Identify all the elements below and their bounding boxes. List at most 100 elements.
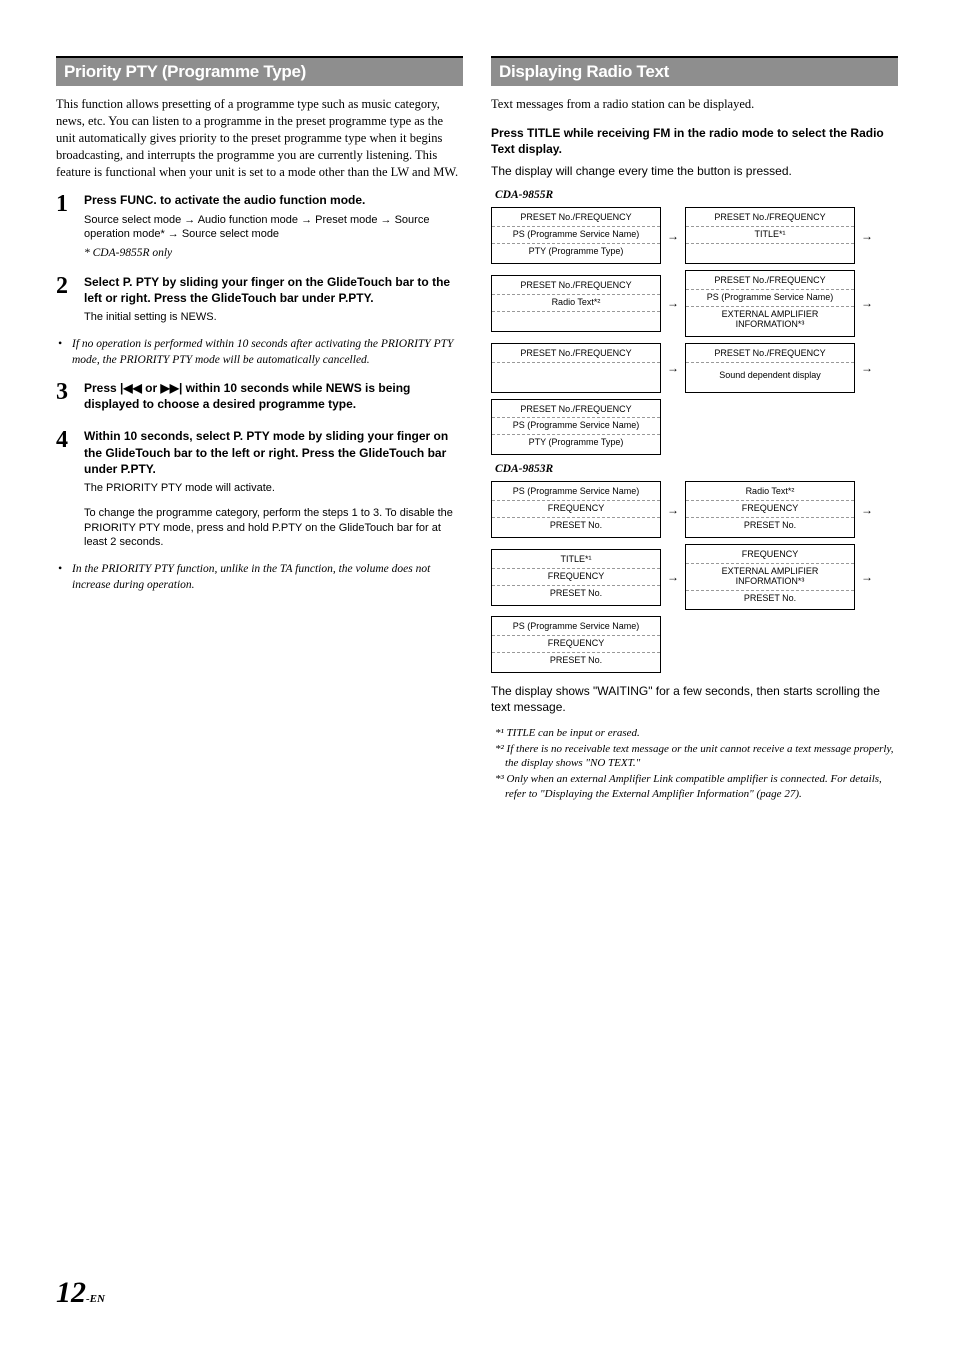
post-text: The display shows "WAITING" for a few se…: [491, 683, 898, 715]
bullet1: If no operation is performed within 10 s…: [72, 337, 463, 368]
diagram-row: PS (Programme Service Name) FREQUENCY PR…: [491, 616, 898, 673]
box-line: Sound dependent display: [686, 363, 854, 389]
box-line: PS (Programme Service Name): [686, 290, 854, 307]
arrow-icon: →: [861, 503, 873, 517]
diagram-box: FREQUENCY EXTERNAL AMPLIFIER INFORMATION…: [685, 544, 855, 611]
box-line: EXTERNAL AMPLIFIER INFORMATION*³: [686, 307, 854, 333]
box-line: PS (Programme Service Name): [492, 484, 660, 501]
left-heading: Priority PTY (Programme Type): [56, 56, 463, 86]
arrow-icon: →: [667, 229, 679, 243]
step2-post: under P.PTY.: [298, 291, 373, 305]
prev-next-icon: |◀◀ or ▶▶|: [120, 381, 182, 395]
step4-sub2: To change the programme category, perfor…: [84, 506, 463, 551]
step4-b2: GlideTouch bar: [359, 446, 446, 460]
model-9853r: CDA-9853R: [495, 463, 898, 475]
bullet-list-1: If no operation is performed within 10 s…: [56, 337, 463, 368]
step2-sub: The initial setting is NEWS.: [84, 310, 463, 325]
sub-bold: TITLE: [527, 126, 560, 140]
box-line: FREQUENCY: [492, 636, 660, 653]
step4-b1: GlideTouch bar: [105, 446, 192, 460]
step2-b1: GlideTouch bar: [327, 275, 414, 289]
arrow-icon: →: [861, 570, 873, 584]
box-line: Radio Text*²: [492, 295, 660, 312]
arrow-icon: →: [861, 229, 873, 243]
box-line: PRESET No./FREQUENCY: [492, 210, 660, 227]
arrow-icon: →: [861, 296, 873, 310]
left-intro: This function allows presetting of a pro…: [56, 96, 463, 180]
box-line: FREQUENCY: [492, 569, 660, 586]
box-line: Radio Text*²: [686, 484, 854, 501]
right-plain1: The display will change every time the b…: [491, 163, 898, 179]
diagram-row: PRESET No./FREQUENCY → PRESET No./FREQUE…: [491, 343, 898, 393]
diagram-box: PS (Programme Service Name) FREQUENCY PR…: [491, 481, 661, 538]
box-line: PRESET No./FREQUENCY: [686, 273, 854, 290]
footnote-3: *³ Only when an external Amplifier Link …: [495, 772, 898, 801]
diagram-row: PRESET No./FREQUENCY PS (Programme Servi…: [491, 207, 898, 264]
box-line: PRESET No.: [686, 518, 854, 534]
step1-sub: Source select mode → Audio function mode…: [84, 213, 463, 243]
diagram-box: PRESET No./FREQUENCY Sound dependent dis…: [685, 343, 855, 393]
step4-mid: to the left or right. Press the: [192, 446, 359, 460]
footnotes: *¹ TITLE can be input or erased. *² If t…: [491, 726, 898, 801]
step-4: 4 Within 10 seconds, select P. PTY mode …: [56, 428, 463, 550]
diagram-row: PRESET No./FREQUENCY PS (Programme Servi…: [491, 399, 898, 456]
box-line: EXTERNAL AMPLIFIER INFORMATION*³: [686, 564, 854, 591]
box-line: PTY (Programme Type): [492, 244, 660, 260]
right-subhead: Press TITLE while receiving FM in the ra…: [491, 125, 898, 157]
step2-pre: Select P. PTY by sliding your finger on …: [84, 275, 327, 289]
arrow-icon: →: [861, 361, 873, 375]
step-num: 4: [56, 428, 84, 550]
step4-sub1: The PRIORITY PTY mode will activate.: [84, 481, 463, 496]
bullet-list-2: In the PRIORITY PTY function, unlike in …: [56, 562, 463, 593]
box-line: TITLE*¹: [686, 227, 854, 244]
step4-post: under P.PTY.: [84, 462, 156, 476]
step1-post: to activate the audio function mode.: [157, 193, 366, 207]
diagram-box: PRESET No./FREQUENCY PS (Programme Servi…: [491, 399, 661, 456]
step-num: 3: [56, 380, 84, 416]
box-line: PTY (Programme Type): [492, 435, 660, 451]
step-1: 1 Press FUNC. to activate the audio func…: [56, 192, 463, 261]
sub-pre: Press: [491, 126, 527, 140]
diagram-box: PRESET No./FREQUENCY: [491, 343, 661, 393]
diagram-box: TITLE*¹ FREQUENCY PRESET No.: [491, 549, 661, 606]
page-small: -EN: [86, 1293, 105, 1305]
box-line: PS (Programme Service Name): [492, 418, 660, 435]
box-line: FREQUENCY: [686, 547, 854, 564]
box-line: [686, 244, 854, 260]
right-heading: Displaying Radio Text: [491, 56, 898, 86]
arrow-icon: →: [667, 570, 679, 584]
box-line: PRESET No./FREQUENCY: [492, 278, 660, 295]
step1-note: * CDA-9855R only: [84, 246, 463, 262]
diagram-box: PRESET No./FREQUENCY Radio Text*²: [491, 275, 661, 332]
box-line: [492, 363, 660, 389]
step-3: 3 Press |◀◀ or ▶▶| within 10 seconds whi…: [56, 380, 463, 416]
page-number: 12-EN: [56, 1276, 105, 1310]
diagram-row: TITLE*¹ FREQUENCY PRESET No. → FREQUENCY…: [491, 544, 898, 611]
diagram-box: PS (Programme Service Name) FREQUENCY PR…: [491, 616, 661, 673]
footnote-2: *² If there is no receivable text messag…: [495, 742, 898, 771]
diagram-row: PRESET No./FREQUENCY Radio Text*² → PRES…: [491, 270, 898, 337]
box-line: TITLE*¹: [492, 552, 660, 569]
bullet2: In the PRIORITY PTY function, unlike in …: [72, 562, 463, 593]
right-intro: Text messages from a radio station can b…: [491, 96, 898, 113]
box-line: PRESET No./FREQUENCY: [686, 210, 854, 227]
page-big: 12: [56, 1276, 86, 1309]
model-9855r: CDA-9855R: [495, 189, 898, 201]
diagram-box: Radio Text*² FREQUENCY PRESET No.: [685, 481, 855, 538]
box-line: PRESET No.: [492, 586, 660, 602]
step-num: 1: [56, 192, 84, 261]
footnote-1: *¹ TITLE can be input or erased.: [495, 726, 898, 740]
box-line: PS (Programme Service Name): [492, 227, 660, 244]
box-line: FREQUENCY: [686, 501, 854, 518]
diagram-row: PS (Programme Service Name) FREQUENCY PR…: [491, 481, 898, 538]
box-line: PRESET No./FREQUENCY: [492, 346, 660, 363]
box-line: FREQUENCY: [492, 501, 660, 518]
box-line: PRESET No.: [686, 591, 854, 607]
diagram-box: PRESET No./FREQUENCY PS (Programme Servi…: [491, 207, 661, 264]
box-line: PRESET No.: [492, 653, 660, 669]
box-line: PS (Programme Service Name): [492, 619, 660, 636]
step2-b2: GlideTouch bar: [211, 291, 298, 305]
arrow-icon: →: [667, 503, 679, 517]
diagram-box: PRESET No./FREQUENCY PS (Programme Servi…: [685, 270, 855, 337]
box-line: PRESET No./FREQUENCY: [492, 402, 660, 419]
